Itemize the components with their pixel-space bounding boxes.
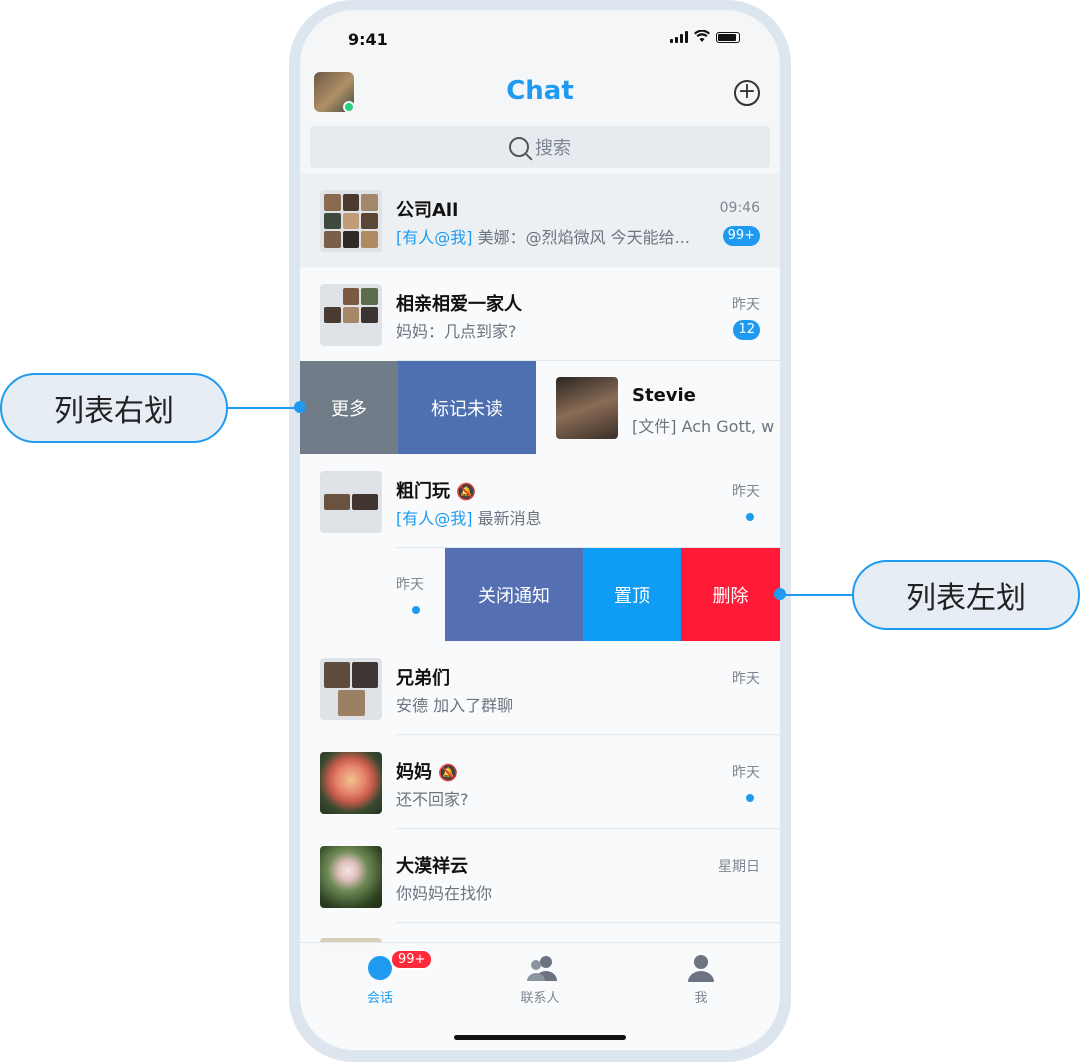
chat-row-company[interactable]: 公司All [有人@我] 美娜：@烈焰微风 今天能给... 09:46 99+ — [300, 174, 780, 267]
chat-time: 昨天 — [732, 484, 760, 500]
unread-badge: 12 — [733, 320, 760, 340]
callout-left-swipe: 列表左划 — [852, 560, 1080, 630]
group-avatar — [320, 658, 382, 720]
group-avatar — [320, 284, 382, 346]
chat-name: 妈妈 🔕 — [396, 762, 458, 783]
status-icons — [670, 29, 740, 44]
tab-me[interactable]: 我 — [651, 953, 751, 1006]
chat-preview: [有人@我] 最新消息 — [396, 509, 542, 528]
unread-dot — [412, 606, 420, 614]
swiped-right-row[interactable]: 更多 标记未读 Stevie [文件] Ach Gott, w — [300, 361, 780, 454]
contacts-icon — [525, 953, 557, 983]
more-action-button[interactable]: 更多 — [300, 361, 398, 454]
swiped-left-row[interactable]: 昨天 关闭通知 置顶 删除 — [300, 548, 780, 641]
add-button[interactable]: + — [734, 80, 760, 106]
chat-name: 相亲相爱一家人 — [396, 294, 522, 315]
chat-preview: 你妈妈在找你 — [396, 884, 493, 903]
tab-chat[interactable]: 会话 99+ — [330, 949, 434, 1006]
chat-name: Stevie — [632, 385, 696, 406]
delete-button[interactable]: 删除 — [681, 548, 780, 641]
contact-avatar — [556, 377, 618, 439]
flower-avatar — [320, 752, 382, 814]
chat-row-family[interactable]: 相亲相爱一家人 妈妈：几点到家? 昨天 12 — [300, 268, 780, 361]
close-notification-button[interactable]: 关闭通知 — [445, 548, 583, 641]
signal-icon — [670, 31, 688, 43]
search-icon — [509, 137, 529, 157]
chat-time: 昨天 — [732, 297, 760, 313]
home-indicator — [454, 1035, 626, 1040]
row-divider — [396, 828, 780, 829]
chat-preview: 还不回家? — [396, 790, 469, 809]
page-title: Chat — [506, 76, 574, 106]
muted-bell-icon: 🔕 — [438, 763, 458, 782]
tab-bar: 会话 99+ 联系人 我 — [300, 942, 780, 1050]
lotus-avatar — [320, 846, 382, 908]
callout-dot — [774, 588, 786, 600]
tab-contacts[interactable]: 联系人 — [490, 953, 590, 1006]
pin-button[interactable]: 置顶 — [583, 548, 681, 641]
row-divider — [396, 734, 780, 735]
search-bar[interactable]: 搜索 — [310, 126, 770, 168]
tab-unread-badge: 99+ — [390, 949, 434, 970]
chat-time: 昨天 — [396, 577, 424, 593]
tab-me-label: 我 — [694, 991, 708, 1006]
chat-name: 兄弟们 — [396, 668, 450, 689]
tab-chat-label: 会话 — [366, 991, 393, 1006]
chat-name: 公司All — [396, 200, 459, 221]
group-avatar — [320, 190, 382, 252]
chat-row-dmxy[interactable]: 大漠祥云 你妈妈在找你 星期日 — [300, 830, 780, 923]
wifi-icon — [694, 29, 710, 44]
unread-dot — [746, 794, 754, 802]
callout-dot — [294, 401, 306, 413]
status-bar: 9:41 — [300, 10, 780, 66]
mark-unread-button[interactable]: 标记未读 — [398, 361, 536, 454]
chat-preview: [文件] Ach Gott, w — [632, 417, 775, 436]
chat-preview: [有人@我] 美娜：@烈焰微风 今天能给... — [396, 228, 690, 247]
status-time: 9:41 — [348, 30, 388, 49]
chat-row-mom[interactable]: 妈妈 🔕 还不回家? 昨天 — [300, 736, 780, 829]
chat-time: 星期日 — [718, 859, 760, 875]
chat-time: 昨天 — [732, 765, 760, 781]
header: Chat + — [300, 66, 780, 122]
chat-row-outing[interactable]: 粗门玩 🔕 [有人@我] 最新消息 昨天 — [300, 455, 780, 548]
chat-time: 昨天 — [732, 671, 760, 687]
muted-bell-icon: 🔕 — [456, 482, 476, 501]
chat-name: 粗门玩 🔕 — [396, 481, 476, 502]
tab-contacts-label: 联系人 — [520, 991, 560, 1006]
row-divider — [396, 922, 780, 923]
callout-line — [780, 594, 852, 596]
chat-name: 大漠祥云 — [396, 856, 468, 877]
chat-preview: 安德 加入了群聊 — [396, 696, 514, 715]
callout-right-swipe: 列表右划 — [0, 373, 228, 443]
callout-line — [228, 407, 300, 409]
unread-dot — [746, 513, 754, 521]
unread-badge: 99+ — [722, 226, 760, 246]
phone-screen: 9:41 Chat + 搜索 公司All [有人@我] 美娜：@烈焰微风 今天能… — [300, 10, 780, 1050]
chat-row-brothers[interactable]: 兄弟们 安德 加入了群聊 昨天 — [300, 642, 780, 735]
group-avatar — [320, 471, 382, 533]
chat-preview: 妈妈：几点到家? — [396, 322, 517, 341]
battery-icon — [716, 31, 740, 43]
chat-time: 09:46 — [719, 200, 760, 216]
search-placeholder: 搜索 — [535, 138, 571, 159]
person-icon — [686, 953, 716, 983]
